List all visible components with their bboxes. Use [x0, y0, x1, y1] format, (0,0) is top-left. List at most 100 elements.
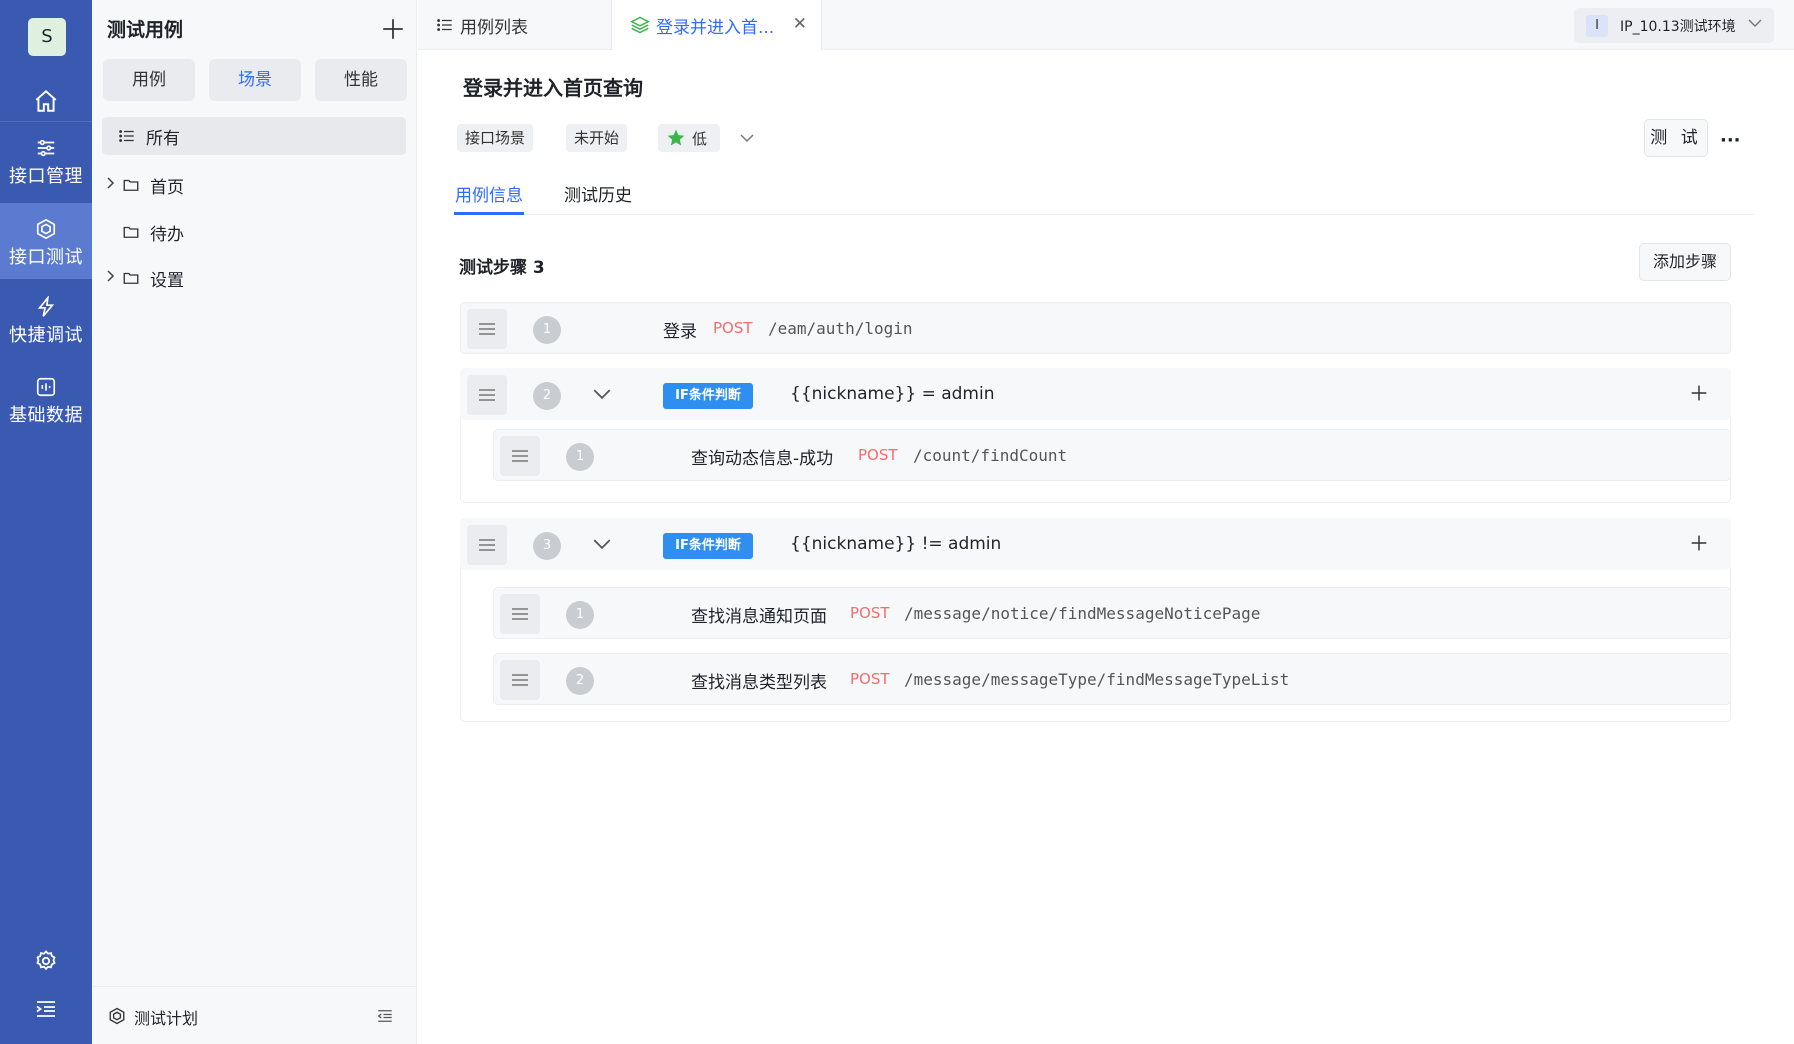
sliders-icon — [35, 136, 57, 160]
cube-icon — [35, 217, 57, 241]
avatar[interactable]: S — [28, 18, 66, 56]
collapse-panel-icon[interactable] — [376, 1007, 394, 1029]
step-number: 1 — [566, 443, 594, 471]
rail-item-label: 接口管理 — [9, 166, 83, 187]
chevron-down-icon — [1748, 15, 1762, 35]
tab-bar: 用例列表 登录并进入首... ✕ I IP_10.13测试环境 — [418, 0, 1794, 50]
add-step-button[interactable]: 添加步骤 — [1639, 243, 1731, 281]
tab-label: 用例列表 — [460, 17, 528, 38]
chevron-right-icon[interactable] — [102, 177, 118, 193]
tab-test-history[interactable]: 测试历史 — [564, 181, 632, 206]
chevron-right-icon[interactable] — [102, 270, 118, 286]
tab-case-info[interactable]: 用例信息 — [455, 181, 523, 206]
step-row[interactable]: 2 查找消息类型列表 POST /message/messageType/fin… — [493, 653, 1731, 705]
tree-item-home[interactable]: 首页 — [102, 166, 406, 204]
star-icon — [666, 128, 686, 148]
step-row[interactable]: 1 查找消息通知页面 POST /message/notice/findMess… — [493, 587, 1731, 639]
close-icon[interactable]: ✕ — [793, 14, 807, 34]
tree-item-todo[interactable]: 待办 — [102, 213, 406, 251]
step-number: 3 — [533, 532, 561, 560]
home-icon[interactable] — [0, 80, 92, 122]
layers-icon — [630, 15, 650, 35]
drag-handle-icon[interactable] — [500, 660, 540, 700]
rail-item-api-test[interactable]: 接口测试 — [0, 203, 92, 279]
step-name: 查找消息类型列表 — [691, 673, 827, 693]
step-number: 2 — [566, 667, 594, 695]
panel-title: 测试用例 — [107, 19, 184, 41]
api-path: /message/notice/findMessageNoticePage — [904, 604, 1261, 623]
folder-icon — [122, 269, 140, 287]
cube-icon — [108, 1007, 126, 1029]
env-label: IP_10.13测试环境 — [1620, 18, 1736, 35]
segment-case[interactable]: 用例 — [103, 59, 195, 101]
drag-handle-icon[interactable] — [500, 436, 540, 476]
api-path: /count/findCount — [913, 446, 1068, 465]
step-row[interactable]: 3 IF条件判断 {{nickname}} != admin — [460, 518, 1731, 570]
tree-item-all[interactable]: 所有 — [102, 117, 406, 155]
more-icon[interactable]: ··· — [1720, 130, 1741, 151]
lightning-icon — [35, 295, 57, 319]
tree-item-label: 待办 — [150, 224, 184, 245]
folder-icon — [122, 223, 140, 241]
tab-divider — [454, 214, 1754, 215]
add-icon[interactable] — [380, 16, 406, 42]
test-button[interactable]: 测 试 — [1644, 119, 1708, 157]
step-group: 3 IF条件判断 {{nickname}} != admin 1 查找消息通知页… — [460, 518, 1731, 722]
tree-item-settings[interactable]: 设置 — [102, 259, 406, 297]
segment-performance[interactable]: 性能 — [315, 59, 407, 101]
api-path: /eam/auth/login — [768, 319, 913, 338]
rail-item-quick-debug[interactable]: 快捷调试 — [0, 281, 92, 357]
priority-label: 低 — [692, 129, 708, 148]
active-tab-indicator — [454, 212, 524, 215]
panel-footer[interactable]: 测试计划 — [92, 986, 417, 1044]
drag-handle-icon[interactable] — [467, 375, 507, 415]
http-method: POST — [850, 670, 890, 688]
tab-case-list[interactable]: 用例列表 — [418, 0, 612, 50]
if-condition-badge: IF条件判断 — [663, 533, 753, 559]
condition-expression: {{nickname}} = admin — [790, 384, 995, 404]
step-name: 查找消息通知页面 — [691, 607, 827, 627]
menu-collapse-icon[interactable] — [0, 991, 92, 1027]
rail-item-label: 基础数据 — [9, 405, 83, 426]
chevron-down-icon[interactable] — [593, 385, 611, 407]
drag-handle-icon[interactable] — [467, 525, 507, 565]
rail-item-label: 快捷调试 — [9, 325, 83, 346]
priority-select[interactable]: 低 — [658, 124, 720, 152]
http-method: POST — [713, 319, 753, 337]
tree-item-label: 所有 — [146, 128, 180, 149]
drag-handle-icon[interactable] — [500, 594, 540, 634]
step-row[interactable]: 1 查询动态信息-成功 POST /count/findCount — [493, 429, 1731, 481]
tab-label: 登录并进入首... — [656, 17, 775, 38]
step-row[interactable]: 1 登录 POST /eam/auth/login — [460, 302, 1731, 354]
step-name: 登录 — [663, 322, 697, 342]
tree-item-label: 首页 — [150, 177, 184, 198]
data-icon — [35, 375, 57, 399]
page-title: 登录并进入首页查询 — [463, 76, 643, 100]
step-number: 1 — [566, 601, 594, 629]
api-path: /message/messageType/findMessageTypeList — [904, 670, 1290, 689]
chevron-down-icon[interactable] — [740, 130, 754, 149]
rail-item-label: 接口测试 — [9, 247, 83, 268]
segment-scene[interactable]: 场景 — [209, 59, 301, 101]
env-badge: I — [1586, 14, 1608, 37]
rail-item-api-management[interactable]: 接口管理 — [0, 122, 92, 198]
tree-item-label: 设置 — [150, 270, 184, 291]
step-number: 1 — [533, 316, 561, 344]
environment-select[interactable]: I IP_10.13测试环境 — [1574, 8, 1774, 43]
rail-item-base-data[interactable]: 基础数据 — [0, 361, 92, 437]
add-icon[interactable] — [1688, 382, 1710, 408]
step-row[interactable]: 2 IF条件判断 {{nickname}} = admin — [460, 368, 1731, 420]
chevron-down-icon[interactable] — [593, 535, 611, 557]
step-name: 查询动态信息-成功 — [691, 449, 834, 469]
settings-icon[interactable] — [0, 943, 92, 979]
drag-handle-icon[interactable] — [467, 309, 507, 349]
case-tree-panel: 测试用例 用例 场景 性能 所有 首页 待办 设置 测试计划 — [92, 0, 417, 1044]
test-plan-label[interactable]: 测试计划 — [134, 1005, 198, 1029]
folder-icon — [122, 176, 140, 194]
condition-expression: {{nickname}} != admin — [790, 534, 1002, 554]
status-badge[interactable]: 未开始 — [566, 124, 628, 152]
type-chip: 接口场景 — [457, 124, 534, 152]
tab-scene[interactable]: 登录并进入首... ✕ — [612, 0, 822, 50]
step-number: 2 — [533, 382, 561, 410]
add-icon[interactable] — [1688, 532, 1710, 558]
